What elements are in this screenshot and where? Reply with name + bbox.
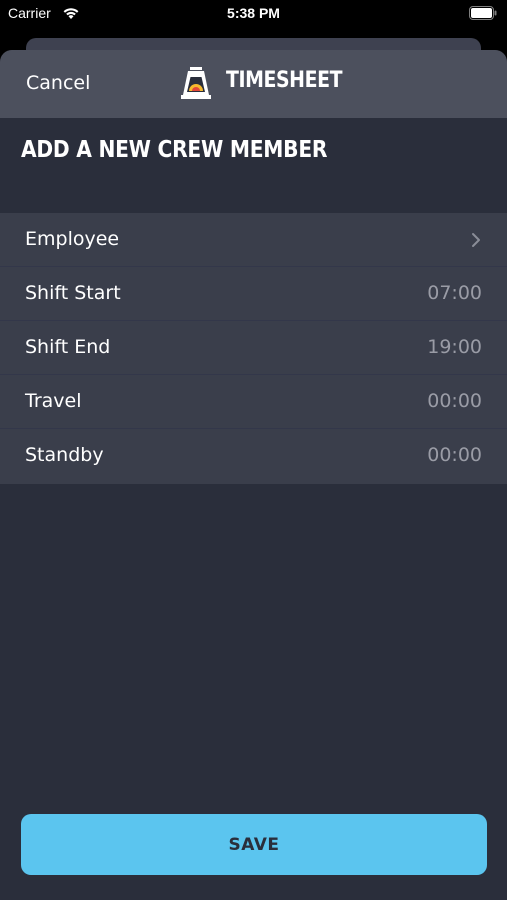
- save-button[interactable]: SAVE: [21, 814, 487, 875]
- clock: 5:38 PM: [227, 5, 280, 21]
- standby-row[interactable]: Standby 00:00: [0, 429, 507, 484]
- status-bar: Carrier 5:38 PM: [0, 0, 507, 30]
- shift-end-label: Shift End: [25, 336, 111, 358]
- shift-end-row[interactable]: Shift End 19:00: [0, 321, 507, 375]
- standby-label: Standby: [25, 444, 104, 466]
- employee-row[interactable]: Employee: [0, 213, 507, 267]
- navigation-bar: Cancel TIMESHEET: [0, 50, 507, 118]
- shift-end-value[interactable]: 19:00: [427, 336, 482, 358]
- crew-member-form: Employee Shift Start 07:00 Shift End 19:…: [0, 213, 507, 484]
- page-title: ADD A NEW CREW MEMBER: [21, 137, 328, 163]
- travel-label: Travel: [25, 390, 82, 412]
- battery-icon: [469, 6, 497, 20]
- shift-start-row[interactable]: Shift Start 07:00: [0, 267, 507, 321]
- employee-label: Employee: [25, 228, 120, 250]
- travel-row[interactable]: Travel 00:00: [0, 375, 507, 429]
- brand-title: TIMESHEET: [226, 68, 343, 93]
- cancel-button[interactable]: Cancel: [26, 72, 90, 94]
- shift-start-value[interactable]: 07:00: [427, 282, 482, 304]
- chevron-right-icon: [472, 233, 480, 247]
- shift-start-label: Shift Start: [25, 282, 121, 304]
- modal-sheet: Cancel TIMESHEET ADD A NEW CREW MEMBER E…: [0, 50, 507, 900]
- standby-value[interactable]: 00:00: [427, 444, 482, 466]
- travel-value[interactable]: 00:00: [427, 390, 482, 412]
- lantern-logo-icon: [181, 67, 211, 99]
